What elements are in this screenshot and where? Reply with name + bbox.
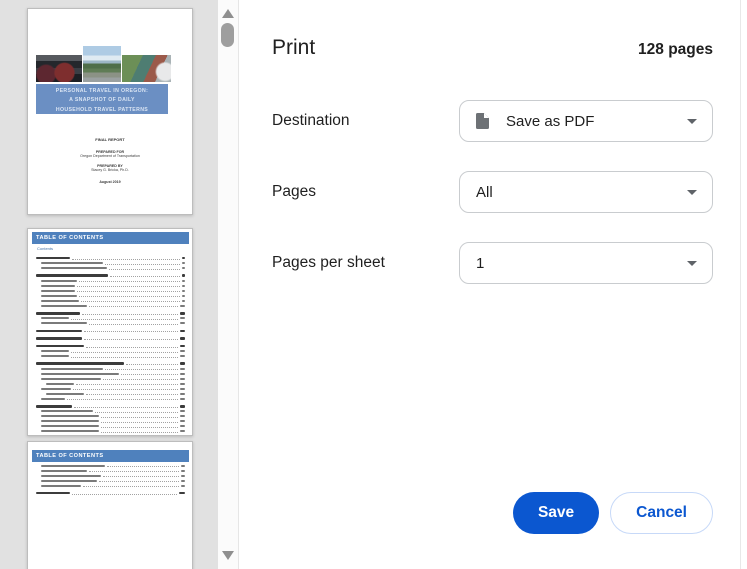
- toc-entries: [36, 463, 185, 496]
- street-bus-photo: [122, 55, 171, 82]
- toc-row: [36, 336, 185, 341]
- destination-label: Destination: [272, 112, 350, 129]
- toc-row: [36, 321, 185, 326]
- cancel-button[interactable]: Cancel: [610, 492, 713, 534]
- pages-value: All: [476, 183, 493, 201]
- preview-page-2-toc: TABLE OF CONTENTS Contents: [27, 228, 193, 436]
- chevron-down-icon: [687, 261, 697, 266]
- destination-value: Save as PDF: [506, 112, 595, 130]
- preview-scrollbar[interactable]: [218, 0, 239, 569]
- pages-dropdown[interactable]: All: [459, 171, 713, 213]
- toc-row: [36, 354, 185, 359]
- destination-field-row: Destination Save as PDF: [272, 100, 713, 142]
- scroll-up-button[interactable]: [218, 4, 238, 22]
- pages-per-sheet-field-row: Pages per sheet 1: [272, 242, 713, 284]
- cover-report-block: FINAL REPORT PREPARED FOR Oregon Departm…: [28, 137, 192, 184]
- toc-row: [36, 266, 185, 271]
- preview-page-1-cover: PERSONAL TRAVEL IN OREGON: A SNAPSHOT OF…: [27, 8, 193, 215]
- triangle-down-icon: [222, 551, 234, 560]
- cover-prepared-for: Oregon Department of Transportation: [80, 154, 140, 159]
- car-interior-photo: [36, 55, 82, 82]
- panel-header: Print 128 pages: [272, 36, 713, 60]
- toc-header-bar: TABLE OF CONTENTS: [32, 450, 189, 462]
- toc-row: [36, 429, 185, 434]
- destination-dropdown[interactable]: Save as PDF: [459, 100, 713, 142]
- save-button[interactable]: Save: [512, 492, 600, 534]
- pages-per-sheet-value: 1: [476, 254, 485, 272]
- toc-header-bar: TABLE OF CONTENTS: [32, 232, 189, 244]
- print-preview-pane: PERSONAL TRAVEL IN OREGON: A SNAPSHOT OF…: [0, 0, 218, 569]
- cover-title-banner: PERSONAL TRAVEL IN OREGON: A SNAPSHOT OF…: [36, 84, 168, 114]
- toc-entries: [36, 253, 185, 434]
- page-count-label: 128 pages: [638, 41, 713, 58]
- preview-page-3-toc: TABLE OF CONTENTS: [27, 441, 193, 569]
- pages-label: Pages: [272, 183, 316, 200]
- toc-row: [36, 483, 185, 488]
- pages-field-row: Pages All: [272, 171, 713, 213]
- scroll-down-button[interactable]: [218, 547, 238, 565]
- cover-title-line: HOUSEHOLD TRAVEL PATTERNS: [55, 106, 149, 113]
- toc-contents-label: Contents: [37, 246, 54, 251]
- dialog-actions: Save Cancel: [512, 492, 713, 534]
- toc-row: [36, 491, 185, 496]
- cover-prepared-by: Stacey G. Bricka, Ph.D.: [91, 168, 129, 173]
- print-settings-panel: Print 128 pages Destination Save as PDF …: [239, 0, 747, 569]
- scrollbar-thumb[interactable]: [221, 23, 234, 47]
- toc-row: [36, 303, 185, 308]
- chevron-down-icon: [687, 119, 697, 124]
- cover-title-line: A SNAPSHOT OF DAILY: [69, 97, 135, 104]
- cover-title-line: PERSONAL TRAVEL IN OREGON:: [55, 88, 149, 94]
- pages-per-sheet-dropdown[interactable]: 1: [459, 242, 713, 284]
- triangle-up-icon: [222, 9, 234, 18]
- window-edge-divider: [740, 0, 741, 569]
- cover-date: August 2019: [99, 179, 121, 184]
- cover-final-report: FINAL REPORT: [95, 137, 125, 142]
- pdf-file-icon: [476, 113, 489, 129]
- pages-per-sheet-label: Pages per sheet: [272, 254, 385, 271]
- chevron-down-icon: [687, 190, 697, 195]
- toc-row: [36, 328, 185, 333]
- mountain-road-photo: [83, 46, 121, 82]
- page-title: Print: [272, 36, 316, 59]
- toc-row: [36, 396, 185, 401]
